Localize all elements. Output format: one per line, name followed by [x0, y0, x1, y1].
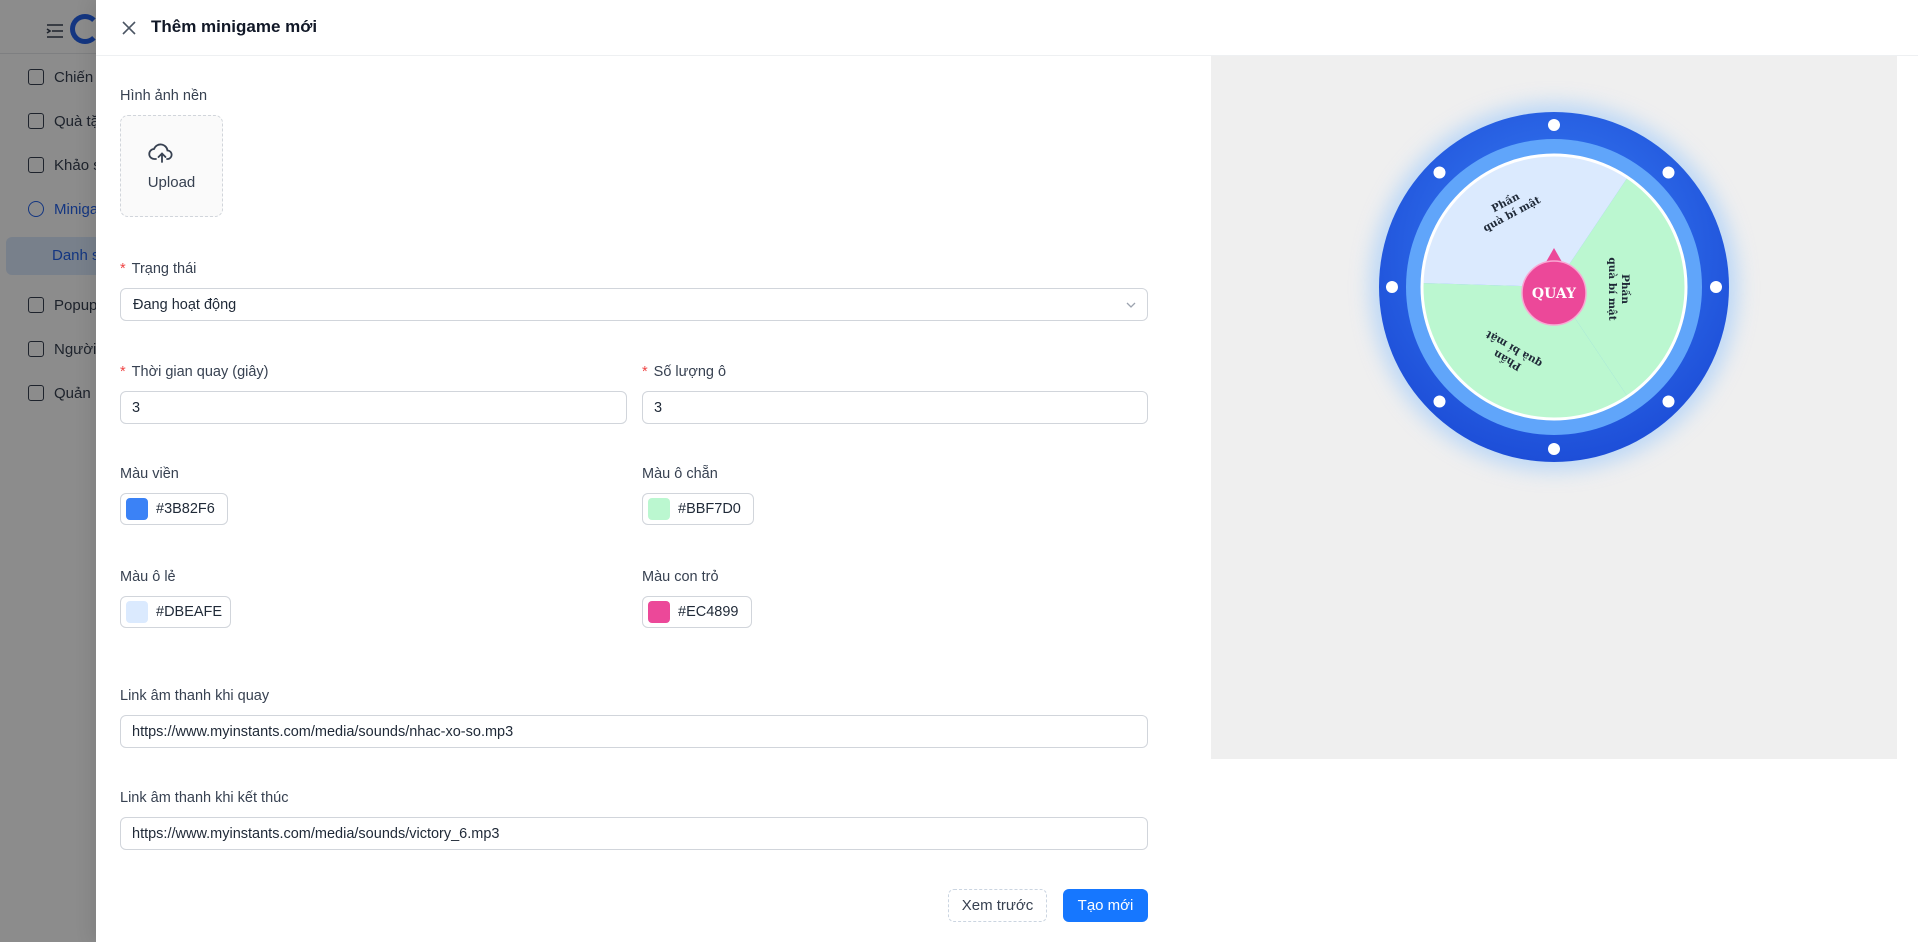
even-color-label: Màu ô chẵn [642, 466, 718, 482]
upload-button[interactable]: Upload [120, 115, 223, 217]
svg-text:Phần: Phần [1619, 274, 1632, 304]
slot-count-label: * Số lượng ô [642, 364, 727, 380]
drawer-title: Thêm minigame mới [151, 17, 318, 36]
spin-time-label: * Thời gian quay (giây) [120, 364, 269, 380]
spin-sound-label: Link âm thanh khi quay [120, 688, 270, 704]
pointer-color-value: #EC4899 [678, 604, 739, 620]
pointer-color-picker[interactable]: #EC4899 [642, 596, 752, 628]
even-color-picker[interactable]: #BBF7D0 [642, 493, 754, 525]
status-label: * Trạng thái [120, 261, 197, 277]
wheel-preview-panel: Phần quà bí mật Phần quà bí mật Phần quà… [1211, 56, 1897, 759]
even-color-value: #BBF7D0 [678, 501, 741, 517]
end-sound-label: Link âm thanh khi kết thúc [120, 790, 289, 806]
background-image-label: Hình ảnh nền [120, 88, 208, 104]
rim-dot [1548, 443, 1560, 455]
spin-button-label: QUAY [1532, 286, 1577, 302]
spin-wheel: Phần quà bí mật Phần quà bí mật Phần quà… [1370, 103, 1738, 471]
border-color-picker[interactable]: #3B82F6 [120, 493, 228, 525]
close-icon[interactable] [120, 19, 138, 37]
create-minigame-drawer: Thêm minigame mới Hình ảnh nền Upload * T… [96, 0, 1918, 942]
status-value: Đang hoạt động [133, 297, 237, 313]
svg-text:quà bí mật: quà bí mật [1606, 257, 1619, 320]
odd-color-label: Màu ô lẻ [120, 569, 176, 585]
upload-label: Upload [147, 174, 196, 191]
rim-dot [1710, 281, 1722, 293]
color-swatch [648, 498, 670, 520]
rim-dot [1433, 395, 1446, 408]
odd-color-picker[interactable]: #DBEAFE [120, 596, 231, 628]
border-color-value: #3B82F6 [156, 501, 215, 517]
color-swatch [126, 601, 148, 623]
color-swatch [126, 498, 148, 520]
chevron-down-icon [1126, 302, 1136, 308]
rim-dot [1386, 281, 1398, 293]
rim-dot [1662, 166, 1675, 179]
create-button[interactable]: Tạo mới [1063, 889, 1148, 922]
color-swatch [648, 601, 670, 623]
status-select[interactable]: Đang hoạt động [120, 288, 1148, 321]
odd-color-value: #DBEAFE [156, 604, 223, 620]
pointer-color-label: Màu con trỏ [642, 569, 719, 585]
rim-dot [1433, 166, 1446, 179]
border-color-label: Màu viền [120, 466, 179, 482]
slot-count-input[interactable] [642, 391, 1148, 424]
preview-button[interactable]: Xem trước [948, 889, 1047, 922]
end-sound-input[interactable] [120, 817, 1148, 850]
rim-dot [1548, 119, 1560, 131]
cloud-upload-icon [148, 143, 173, 163]
spin-sound-input[interactable] [120, 715, 1148, 748]
rim-dot [1662, 395, 1675, 408]
drawer-header: Thêm minigame mới [96, 0, 1918, 56]
spin-time-input[interactable] [120, 391, 627, 424]
